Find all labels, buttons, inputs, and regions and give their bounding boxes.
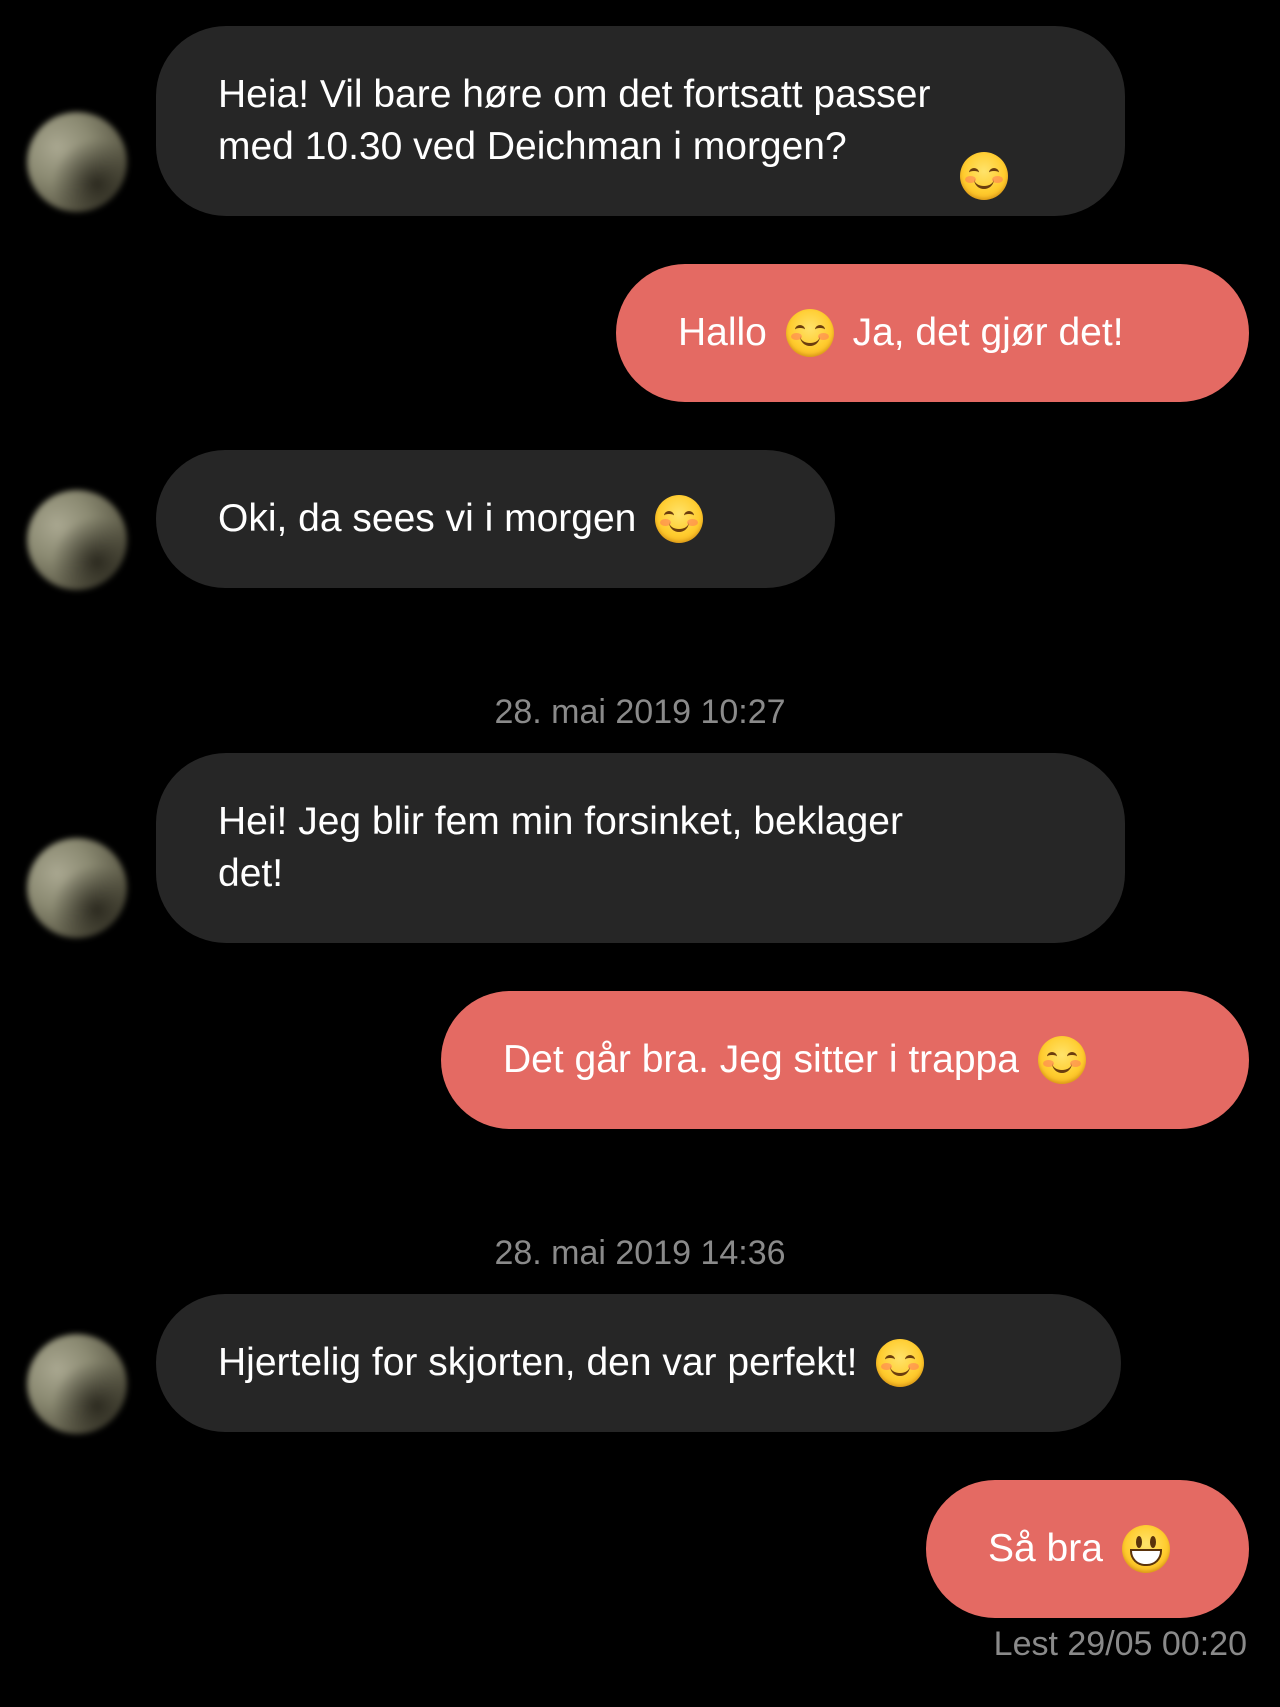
outgoing-message-bubble[interactable]: Hallo Ja, det gjør det! (616, 264, 1249, 402)
date-separator: 28. mai 2019 14:36 (494, 1234, 786, 1272)
message-text: Heia! Vil bare høre om det fortsatt pass… (218, 73, 931, 168)
incoming-message-bubble[interactable]: Heia! Vil bare høre om det fortsatt pass… (156, 26, 1125, 216)
message-text: Oki, da sees vi i morgen (218, 497, 648, 540)
message-text: Så bra (988, 1527, 1114, 1570)
contact-avatar[interactable] (27, 1334, 127, 1434)
smiling-face-icon (785, 309, 834, 357)
message-text: Det går bra. Jeg sitter i trappa (503, 1038, 1030, 1081)
message-text: Hei! Jeg blir fem min forsinket, beklage… (218, 800, 903, 895)
incoming-message-bubble[interactable]: Hjertelig for skjorten, den var perfekt! (156, 1294, 1121, 1432)
outgoing-message-bubble[interactable]: Så bra (926, 1480, 1249, 1618)
incoming-message-bubble[interactable]: Hei! Jeg blir fem min forsinket, beklage… (156, 753, 1125, 943)
contact-avatar[interactable] (27, 838, 127, 938)
message-text: Hjertelig for skjorten, den var perfekt! (218, 1341, 869, 1384)
contact-avatar[interactable] (27, 490, 127, 590)
outgoing-message-bubble[interactable]: Det går bra. Jeg sitter i trappa (441, 991, 1249, 1129)
smiling-face-icon (1037, 1036, 1086, 1084)
smiling-face-icon (960, 152, 1008, 200)
message-text: Ja, det gjør det! (841, 311, 1124, 354)
grinning-face-icon (1121, 1525, 1170, 1573)
smiling-face-icon (655, 495, 704, 543)
date-separator: 28. mai 2019 10:27 (494, 693, 786, 731)
contact-avatar[interactable] (27, 112, 127, 212)
incoming-message-bubble[interactable]: Oki, da sees vi i morgen (156, 450, 835, 588)
read-receipt: Lest 29/05 00:20 (993, 1625, 1247, 1663)
message-text: Hallo (678, 311, 778, 354)
smiling-face-icon (876, 1339, 925, 1387)
